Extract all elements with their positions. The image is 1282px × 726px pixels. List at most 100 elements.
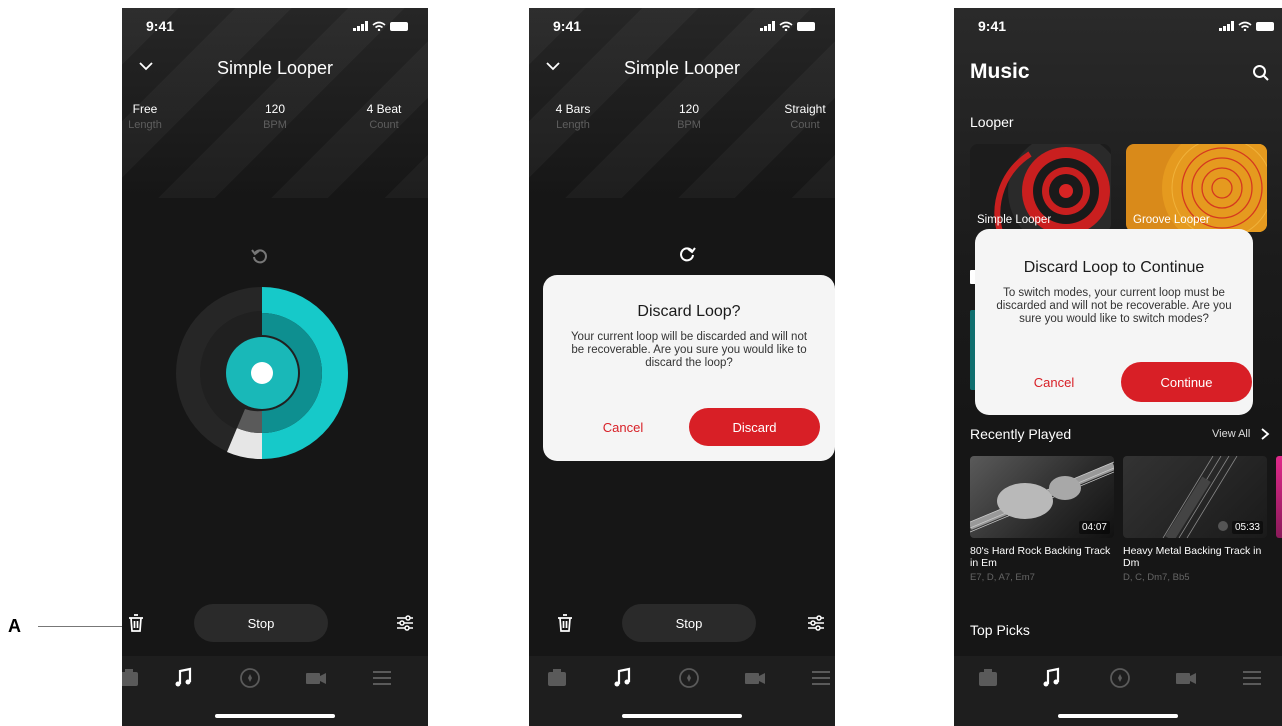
card-groove-looper[interactable]: Groove Looper	[1126, 144, 1267, 232]
view-all-link[interactable]: View All	[1212, 428, 1250, 440]
stage: A 9:41 Simple Looper Free Length 120 BPM	[0, 0, 1282, 726]
page-title: Simple Looper	[216, 58, 334, 78]
status-icons	[1219, 21, 1274, 31]
continue-button[interactable]: Continue	[1121, 362, 1252, 402]
tab-menu[interactable]	[1240, 666, 1264, 690]
status-time: 9:41	[978, 18, 1007, 34]
param-label: BPM	[263, 119, 287, 131]
tab-explore[interactable]	[238, 666, 262, 690]
status-time: 9:41	[146, 18, 175, 34]
tab-video[interactable]	[304, 666, 328, 690]
looper-params: 4 Bars Length 120 BPM Straight Count	[529, 102, 835, 142]
tab-music[interactable]	[172, 666, 196, 690]
wifi-icon	[372, 21, 386, 31]
param-label: BPM	[677, 119, 701, 131]
battery-icon	[390, 21, 408, 31]
battery-icon	[1256, 21, 1274, 31]
redo-icon[interactable]	[677, 244, 697, 264]
tab-explore[interactable]	[1108, 666, 1132, 690]
signal-icon	[1219, 21, 1234, 31]
page-title: Music	[970, 60, 1030, 83]
param-length[interactable]: 4 Bars Length	[533, 102, 613, 131]
page-title: Simple Looper	[623, 58, 741, 78]
control-bar: Stop	[529, 604, 835, 644]
tab-music[interactable]	[1040, 666, 1064, 690]
card-label: Simple Looper	[977, 214, 1052, 226]
param-count[interactable]: 4 Beat Count	[344, 102, 424, 131]
sliders-icon[interactable]	[396, 614, 414, 632]
home-indicator	[215, 714, 335, 718]
param-bpm[interactable]: 120 BPM	[649, 102, 729, 131]
tab-video[interactable]	[743, 666, 767, 690]
track-thumbnail-partial[interactable]	[1276, 456, 1282, 538]
tab-music[interactable]	[611, 666, 635, 690]
looper-params: Free Length 120 BPM 4 Beat Count	[122, 102, 428, 142]
stop-button[interactable]: Stop	[194, 604, 328, 642]
screen-header: Simple Looper	[122, 56, 428, 80]
param-value: 120	[264, 102, 286, 116]
param-value: 120	[678, 102, 700, 116]
wifi-icon	[1238, 21, 1252, 31]
section-top-picks: Top Picks	[970, 622, 1030, 638]
status-time: 9:41	[553, 18, 582, 34]
tab-menu[interactable]	[809, 666, 833, 690]
tab-menu[interactable]	[370, 666, 394, 690]
param-value: 4 Beat	[366, 102, 402, 116]
track-thumbnail[interactable]: 05:33	[1123, 456, 1267, 538]
param-value: 4 Bars	[555, 102, 591, 116]
home-indicator	[622, 714, 742, 718]
card-simple-looper[interactable]: Simple Looper	[970, 144, 1111, 232]
trash-icon[interactable]	[128, 614, 144, 632]
param-label: Length	[128, 119, 162, 131]
phone-music-library: 9:41 Music Looper Simple Looper Groove L…	[954, 8, 1282, 726]
discard-loop-dialog: Discard Loop? Your current loop will be …	[543, 275, 835, 461]
tab-amp[interactable]	[545, 666, 569, 690]
stop-button[interactable]: Stop	[622, 604, 756, 642]
signal-icon	[760, 21, 775, 31]
param-label: Count	[790, 119, 820, 131]
sliders-icon[interactable]	[807, 614, 825, 632]
screen-header: Simple Looper	[529, 56, 835, 80]
status-bar: 9:41	[122, 18, 428, 38]
annotation-label: A	[8, 616, 21, 636]
param-count[interactable]: Straight Count	[765, 102, 835, 131]
status-bar: 9:41	[954, 18, 1282, 38]
loop-wheel[interactable]	[175, 286, 349, 460]
track-chords: D, C, Dm7, Bb5	[1123, 572, 1190, 583]
search-icon[interactable]	[1252, 64, 1270, 82]
wifi-icon	[779, 21, 793, 31]
param-value: Free	[132, 102, 158, 116]
track-duration: 05:33	[1231, 521, 1263, 534]
home-indicator	[1058, 714, 1178, 718]
section-recently-played: Recently Played	[970, 426, 1072, 442]
discard-button[interactable]: Discard	[689, 408, 820, 446]
status-bar: 9:41	[529, 18, 835, 38]
param-label: Count	[369, 119, 399, 131]
undo-icon[interactable]	[250, 246, 270, 266]
param-value: Straight	[784, 102, 826, 116]
tab-explore[interactable]	[677, 666, 701, 690]
dialog-title: Discard Loop to Continue	[1023, 259, 1205, 276]
track-duration: 04:07	[1078, 521, 1110, 534]
dialog-message: Your current loop will be discarded and …	[570, 331, 808, 369]
tab-amp[interactable]	[976, 666, 1000, 690]
param-bpm[interactable]: 120 BPM	[235, 102, 315, 131]
cancel-button[interactable]: Cancel	[573, 408, 673, 446]
track-title[interactable]: 80's Hard Rock Backing Track in Em	[970, 545, 1114, 569]
phone-simple-looper: 9:41 Simple Looper Free Length 120 BPM 4…	[122, 8, 428, 726]
cancel-button[interactable]: Cancel	[997, 362, 1111, 402]
status-icons	[353, 21, 408, 31]
track-thumbnail[interactable]: 04:07	[970, 456, 1114, 538]
track-title[interactable]: Heavy Metal Backing Track in Dm	[1123, 545, 1267, 569]
section-looper: Looper	[970, 114, 1014, 130]
tab-amp[interactable]	[122, 666, 141, 690]
status-icons	[760, 21, 815, 31]
tab-video[interactable]	[1174, 666, 1198, 690]
control-bar: Stop	[122, 604, 428, 644]
battery-icon	[797, 21, 815, 31]
trash-icon[interactable]	[557, 614, 573, 632]
signal-icon	[353, 21, 368, 31]
param-length[interactable]: Free Length	[122, 102, 185, 131]
switch-mode-dialog: Discard Loop to Continue To switch modes…	[975, 229, 1253, 415]
chevron-right-icon[interactable]	[1260, 427, 1270, 441]
